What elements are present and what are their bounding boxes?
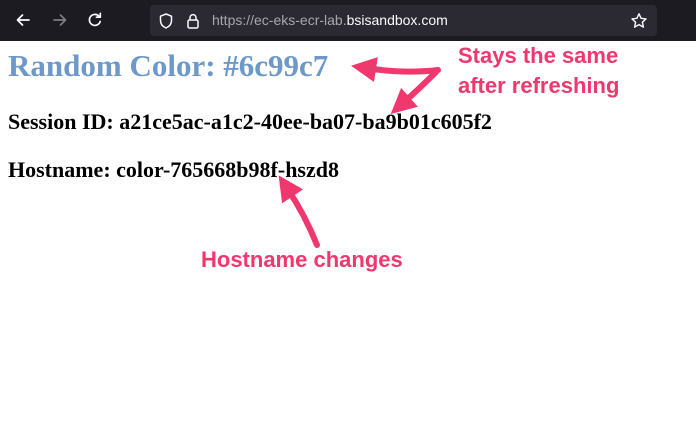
url-text[interactable]: https://ec-eks-ecr-lab.bsisandbox.com xyxy=(212,12,448,29)
url-domain: bsisandbox.com xyxy=(346,12,448,28)
forward-button[interactable] xyxy=(48,8,72,32)
reload-icon xyxy=(88,12,102,27)
browser-toolbar: https://ec-eks-ecr-lab.bsisandbox.com xyxy=(0,0,696,41)
back-button[interactable] xyxy=(11,8,35,32)
arrow-to-session-id xyxy=(390,69,439,115)
hostname-changes-annotation: Hostname changes xyxy=(201,247,403,272)
arrow-right-icon xyxy=(53,14,67,26)
star-icon[interactable] xyxy=(630,12,648,30)
random-color-heading: Random Color: #6c99c7 xyxy=(8,48,329,83)
url-prefix: https://ec-eks-ecr-lab. xyxy=(212,12,347,28)
reload-button[interactable] xyxy=(83,8,107,32)
session-id-text: Session ID: a21ce5ac-a1c2-40ee-ba07-ba9b… xyxy=(8,109,492,134)
arrow-to-hostname xyxy=(278,175,320,248)
lock-icon[interactable] xyxy=(184,12,202,30)
hostname-text: Hostname: color-765668b98f-hszd8 xyxy=(8,157,339,182)
arrow-to-heading xyxy=(351,57,441,82)
stays-same-line1: Stays the same xyxy=(458,43,619,68)
shield-icon[interactable] xyxy=(157,12,175,30)
stays-same-annotation: Stays the same after refreshing xyxy=(458,41,619,101)
arrow-left-icon xyxy=(16,14,30,26)
stays-same-line2: after refreshing xyxy=(458,73,620,98)
